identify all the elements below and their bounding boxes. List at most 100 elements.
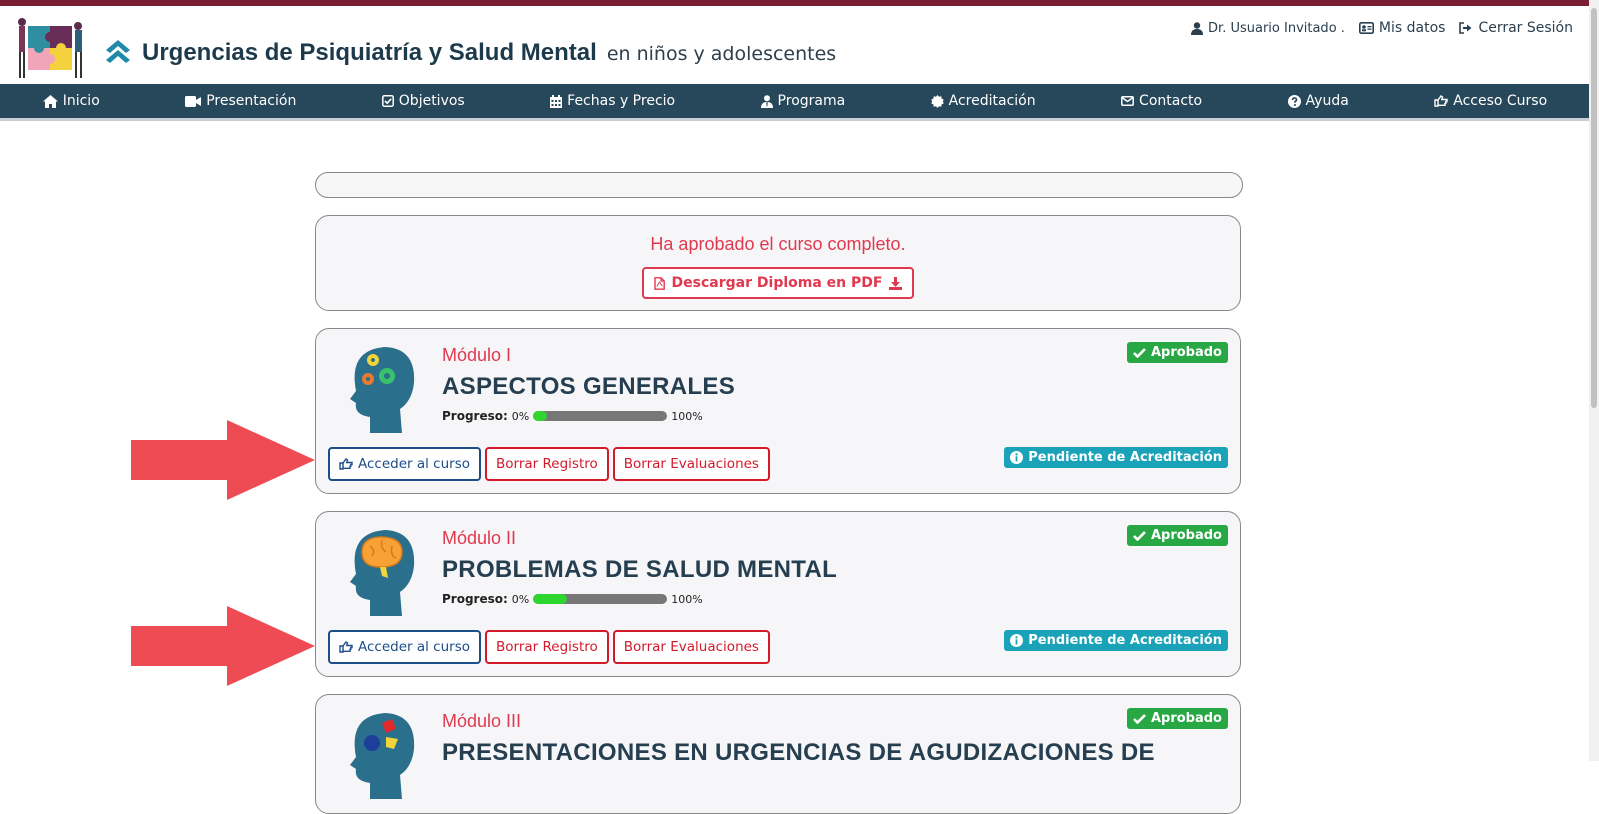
nav-label: Ayuda: [1305, 93, 1349, 109]
approved-badge: Aprobado: [1126, 342, 1228, 363]
site-subtitle: en niños y adolescentes: [606, 43, 837, 65]
nav-item-fechas-precio[interactable]: Fechas y Precio: [550, 93, 675, 109]
approved-label: Aprobado: [1150, 711, 1222, 726]
site-title: Urgencias de Psiquiatría y Salud Mental: [142, 39, 597, 66]
module-number: Módulo I: [442, 345, 512, 365]
check-square-icon: [381, 95, 394, 107]
progress-fill: [533, 411, 547, 421]
hand-point-icon: [339, 641, 353, 653]
progress-fill: [533, 594, 567, 604]
pending-label: Pendiente de Acreditación: [1028, 633, 1222, 648]
hand-point-icon: [339, 458, 353, 470]
pending-accreditation-badge: Pendiente de Acreditación: [1004, 630, 1228, 651]
chevron-up-icon: [106, 40, 130, 63]
nav-item-objetivos[interactable]: Objetivos: [381, 93, 465, 109]
user-tie-icon: [760, 94, 773, 108]
approved-badge: Aprobado: [1126, 525, 1228, 546]
module-number: Módulo III: [442, 711, 522, 731]
nav-label: Programa: [777, 93, 846, 109]
user-name[interactable]: Dr. Usuario Invitado .: [1191, 21, 1345, 36]
sign-out-icon: [1459, 22, 1472, 34]
access-course-label: Acceder al curso: [358, 639, 471, 655]
approved-label: Aprobado: [1150, 528, 1222, 543]
progress-row: Progreso: 0% 100%: [442, 409, 703, 423]
clear-evaluations-button[interactable]: Borrar Evaluaciones: [612, 447, 770, 481]
scrollbar[interactable]: [1589, 0, 1599, 761]
access-course-label: Acceder al curso: [358, 456, 471, 472]
file-pdf-icon: [653, 276, 665, 290]
nav-label: Inicio: [62, 93, 100, 109]
nav-item-presentacion[interactable]: Presentación: [185, 93, 296, 109]
progress-max: 100%: [671, 409, 703, 423]
mis-datos-link[interactable]: Mis datos: [1358, 20, 1446, 36]
nav-label: Objetivos: [398, 93, 465, 109]
access-course-button[interactable]: Acceder al curso: [328, 447, 482, 481]
cerrar-sesion-label: Cerrar Sesión: [1478, 20, 1573, 36]
download-diploma-button[interactable]: Descargar Diploma en PDF: [641, 267, 915, 299]
check-icon: [1133, 714, 1146, 724]
nav-item-inicio[interactable]: Inicio: [42, 93, 100, 109]
module-title: PROBLEMAS DE SALUD MENTAL: [442, 556, 838, 583]
head-gears-illustration: [350, 347, 415, 433]
mis-datos-label: Mis datos: [1378, 20, 1446, 36]
download-diploma-label: Descargar Diploma en PDF: [671, 275, 883, 291]
main-nav: Inicio Presentación Objetivos Fechas y P…: [0, 84, 1590, 121]
nav-item-acreditacion[interactable]: Acreditación: [930, 93, 1036, 109]
right-arrow-annotation: [131, 420, 315, 500]
approved-label: Aprobado: [1150, 345, 1222, 360]
nav-label: Acceso Curso: [1453, 93, 1548, 109]
nav-item-acceso-curso[interactable]: Acceso Curso: [1434, 93, 1547, 109]
hand-point-icon: [1434, 95, 1448, 107]
certificate-icon: [930, 94, 944, 108]
pending-label: Pendiente de Acreditación: [1028, 450, 1222, 465]
progress-min: 0%: [511, 592, 530, 606]
module-actions: Acceder al curso Borrar Registro Borrar …: [328, 630, 770, 664]
info-circle-icon: [1010, 634, 1024, 647]
nav-label: Contacto: [1139, 93, 1203, 109]
diploma-panel: Ha aprobado el curso completo. Descargar…: [315, 215, 1241, 311]
download-icon: [889, 276, 903, 290]
head-shapes-illustration: [350, 713, 415, 799]
nav-item-programa[interactable]: Programa: [760, 93, 846, 109]
question-circle-icon: [1287, 94, 1301, 108]
clear-record-label: Borrar Registro: [496, 639, 598, 655]
module-actions: Acceder al curso Borrar Registro Borrar …: [328, 447, 770, 481]
cerrar-sesion-link[interactable]: Cerrar Sesión: [1459, 20, 1573, 36]
module-title: ASPECTOS GENERALES: [442, 373, 736, 400]
progress-label: Progreso:: [442, 592, 508, 606]
nav-label: Presentación: [206, 93, 297, 109]
calendar-icon: [550, 94, 563, 108]
approved-message: Ha aprobado el curso completo.: [650, 234, 906, 254]
progress-row: Progreso: 0% 100%: [442, 592, 703, 606]
head-brain-illustration: [350, 530, 415, 616]
site-brand[interactable]: Urgencias de Psiquiatría y Salud Mental …: [104, 34, 836, 67]
header: Urgencias de Psiquiatría y Salud Mental …: [0, 6, 1599, 84]
id-card-icon: [1358, 22, 1374, 34]
module-title: PRESENTACIONES EN URGENCIAS DE AGUDIZACI…: [442, 739, 1155, 766]
clear-evaluations-button[interactable]: Borrar Evaluaciones: [612, 630, 770, 664]
access-course-button[interactable]: Acceder al curso: [328, 630, 482, 664]
clear-record-button[interactable]: Borrar Registro: [485, 447, 609, 481]
user-bar: Dr. Usuario Invitado . Mis datos Cerrar …: [1191, 20, 1573, 36]
right-arrow-annotation: [131, 606, 315, 686]
scrollbar-thumb[interactable]: [1591, 8, 1597, 408]
progress-min: 0%: [511, 409, 530, 423]
home-icon: [42, 94, 58, 108]
empty-info-bar: [315, 172, 1243, 198]
info-circle-icon: [1010, 451, 1024, 464]
progress-max: 100%: [671, 592, 703, 606]
progress-bar: [533, 411, 668, 421]
clear-record-button[interactable]: Borrar Registro: [485, 630, 609, 664]
pending-accreditation-badge: Pendiente de Acreditación: [1004, 447, 1228, 468]
nav-item-contacto[interactable]: Contacto: [1121, 93, 1202, 109]
nav-label: Acreditación: [948, 93, 1036, 109]
nav-item-ayuda[interactable]: Ayuda: [1287, 93, 1349, 109]
clear-record-label: Borrar Registro: [496, 456, 598, 472]
check-icon: [1133, 348, 1146, 358]
puzzle-logo: [18, 18, 82, 78]
user-name-label: Dr. Usuario Invitado .: [1208, 20, 1345, 36]
clear-evaluations-label: Borrar Evaluaciones: [623, 456, 759, 472]
video-icon: [185, 95, 202, 107]
progress-bar: [533, 594, 668, 604]
module-card: Módulo II PROBLEMAS DE SALUD MENTAL Prog…: [315, 511, 1241, 677]
